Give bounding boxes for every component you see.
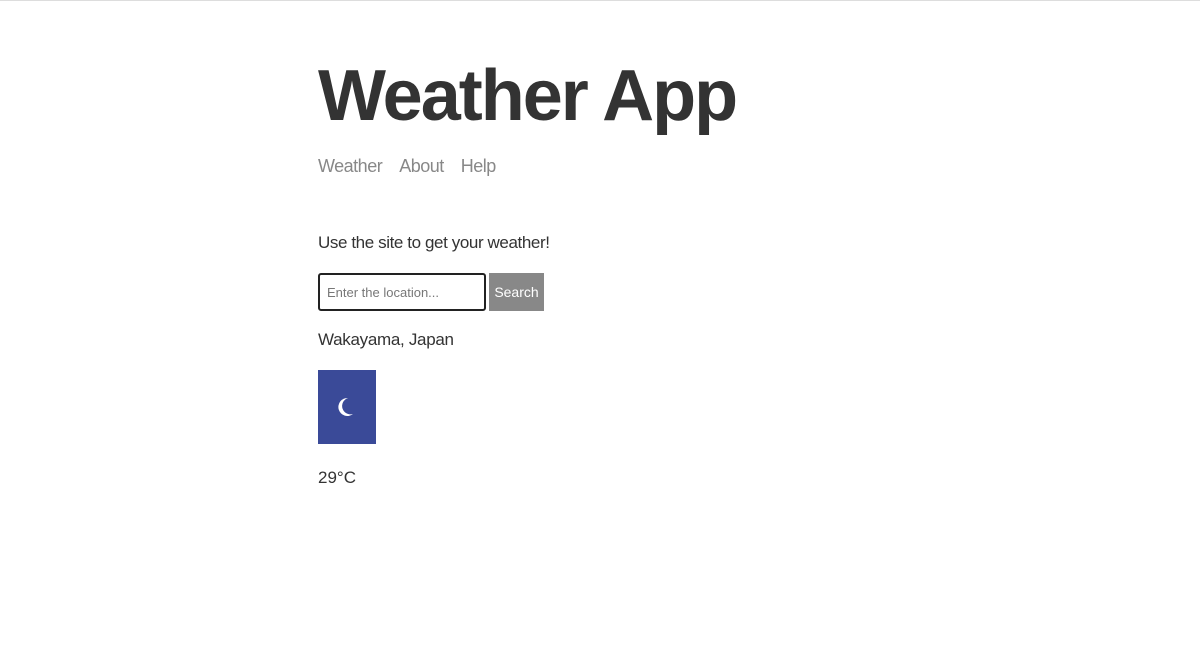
tagline-text: Use the site to get your weather! [318,233,550,252]
search-form: Search [318,273,544,311]
search-button[interactable]: Search [489,273,544,311]
location-search-input[interactable] [318,273,486,311]
temperature-value: 29°C [318,468,356,487]
location-label: Wakayama, Japan [318,330,454,349]
weather-icon-box [318,370,376,444]
nav-link-about[interactable]: About [399,155,444,177]
crescent-moon-icon [338,397,353,416]
page-top-border [0,0,1200,1]
nav-link-help[interactable]: Help [461,155,497,177]
nav-link-weather[interactable]: Weather [318,155,383,177]
page-title: Weather App [318,56,738,136]
main-nav: Weather About Help [318,155,496,177]
